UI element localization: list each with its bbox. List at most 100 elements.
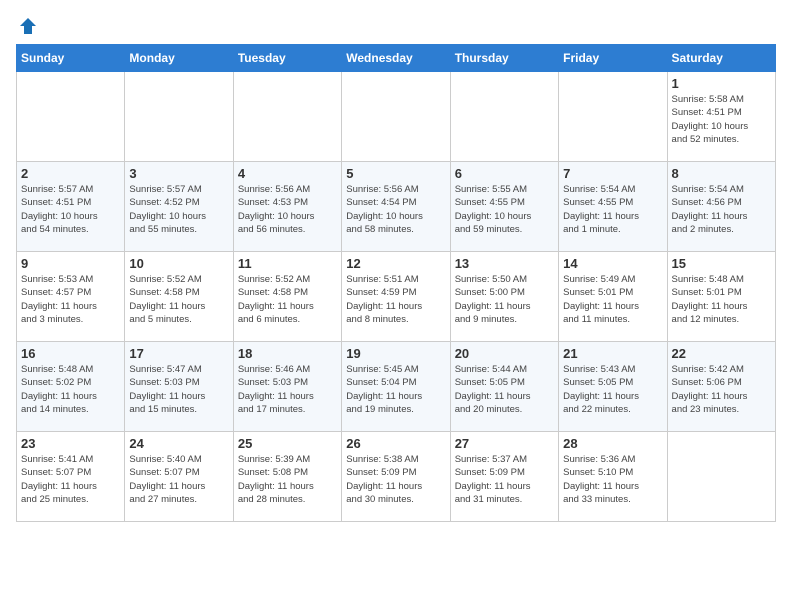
day-number: 10	[129, 256, 228, 271]
calendar-cell	[342, 72, 450, 162]
day-number: 3	[129, 166, 228, 181]
day-number: 26	[346, 436, 445, 451]
day-info: Sunrise: 5:42 AMSunset: 5:06 PMDaylight:…	[672, 363, 771, 416]
day-number: 11	[238, 256, 337, 271]
day-info: Sunrise: 5:43 AMSunset: 5:05 PMDaylight:…	[563, 363, 662, 416]
weekday-header-monday: Monday	[125, 45, 233, 72]
weekday-header-friday: Friday	[559, 45, 667, 72]
logo	[16, 16, 38, 36]
day-number: 23	[21, 436, 120, 451]
day-info: Sunrise: 5:46 AMSunset: 5:03 PMDaylight:…	[238, 363, 337, 416]
calendar-cell	[450, 72, 558, 162]
day-info: Sunrise: 5:36 AMSunset: 5:10 PMDaylight:…	[563, 453, 662, 506]
calendar-cell: 17 Sunrise: 5:47 AMSunset: 5:03 PMDayligh…	[125, 342, 233, 432]
day-info: Sunrise: 5:38 AMSunset: 5:09 PMDaylight:…	[346, 453, 445, 506]
calendar-cell: 27Sunrise: 5:37 AMSunset: 5:09 PMDayligh…	[450, 432, 558, 522]
calendar-cell: 11 Sunrise: 5:52 AMSunset: 4:58 PMDayligh…	[233, 252, 341, 342]
logo-icon	[18, 16, 38, 36]
day-info: Sunrise: 5:57 AMSunset: 4:52 PMDaylight:…	[129, 183, 228, 236]
day-number: 2	[21, 166, 120, 181]
day-number: 1	[672, 76, 771, 91]
weekday-header-wednesday: Wednesday	[342, 45, 450, 72]
day-number: 8	[672, 166, 771, 181]
calendar-cell: 19 Sunrise: 5:45 AMSunset: 5:04 PMDayligh…	[342, 342, 450, 432]
day-info: Sunrise: 5:39 AMSunset: 5:08 PMDaylight:…	[238, 453, 337, 506]
day-info: Sunrise: 5:48 AMSunset: 5:02 PMDaylight:…	[21, 363, 120, 416]
day-number: 12	[346, 256, 445, 271]
day-info: Sunrise: 5:41 AMSunset: 5:07 PMDaylight:…	[21, 453, 120, 506]
calendar-cell: 3 Sunrise: 5:57 AMSunset: 4:52 PMDaylight…	[125, 162, 233, 252]
calendar-cell: 6 Sunrise: 5:55 AMSunset: 4:55 PMDaylight…	[450, 162, 558, 252]
day-number: 9	[21, 256, 120, 271]
day-info: Sunrise: 5:56 AMSunset: 4:54 PMDaylight:…	[346, 183, 445, 236]
calendar-cell: 12 Sunrise: 5:51 AMSunset: 4:59 PMDayligh…	[342, 252, 450, 342]
calendar-cell: 5 Sunrise: 5:56 AMSunset: 4:54 PMDaylight…	[342, 162, 450, 252]
calendar-cell	[667, 432, 775, 522]
day-number: 4	[238, 166, 337, 181]
calendar-cell: 9 Sunrise: 5:53 AMSunset: 4:57 PMDaylight…	[17, 252, 125, 342]
week-row-1: 1 Sunrise: 5:58 AMSunset: 4:51 PMDaylight…	[17, 72, 776, 162]
day-info: Sunrise: 5:54 AMSunset: 4:55 PMDaylight:…	[563, 183, 662, 236]
week-row-2: 2 Sunrise: 5:57 AMSunset: 4:51 PMDaylight…	[17, 162, 776, 252]
day-info: Sunrise: 5:50 AMSunset: 5:00 PMDaylight:…	[455, 273, 554, 326]
day-number: 19	[346, 346, 445, 361]
calendar-cell: 21 Sunrise: 5:43 AMSunset: 5:05 PMDayligh…	[559, 342, 667, 432]
day-number: 16	[21, 346, 120, 361]
day-number: 24	[129, 436, 228, 451]
calendar-cell: 22 Sunrise: 5:42 AMSunset: 5:06 PMDayligh…	[667, 342, 775, 432]
calendar-cell: 1 Sunrise: 5:58 AMSunset: 4:51 PMDaylight…	[667, 72, 775, 162]
day-info: Sunrise: 5:56 AMSunset: 4:53 PMDaylight:…	[238, 183, 337, 236]
day-info: Sunrise: 5:45 AMSunset: 5:04 PMDaylight:…	[346, 363, 445, 416]
day-number: 22	[672, 346, 771, 361]
calendar-cell	[17, 72, 125, 162]
calendar-cell: 23 Sunrise: 5:41 AMSunset: 5:07 PMDayligh…	[17, 432, 125, 522]
calendar-cell: 7 Sunrise: 5:54 AMSunset: 4:55 PMDaylight…	[559, 162, 667, 252]
day-number: 13	[455, 256, 554, 271]
day-info: Sunrise: 5:54 AMSunset: 4:56 PMDaylight:…	[672, 183, 771, 236]
calendar-cell: 26 Sunrise: 5:38 AMSunset: 5:09 PMDayligh…	[342, 432, 450, 522]
calendar-cell: 13 Sunrise: 5:50 AMSunset: 5:00 PMDayligh…	[450, 252, 558, 342]
calendar-cell	[125, 72, 233, 162]
day-number: 6	[455, 166, 554, 181]
day-info: Sunrise: 5:58 AMSunset: 4:51 PMDaylight:…	[672, 93, 771, 146]
calendar-cell: 16 Sunrise: 5:48 AMSunset: 5:02 PMDayligh…	[17, 342, 125, 432]
calendar-cell: 24 Sunrise: 5:40 AMSunset: 5:07 PMDayligh…	[125, 432, 233, 522]
weekday-header-thursday: Thursday	[450, 45, 558, 72]
day-info: Sunrise: 5:57 AMSunset: 4:51 PMDaylight:…	[21, 183, 120, 236]
calendar-cell	[559, 72, 667, 162]
day-info: Sunrise: 5:37 AMSunset: 5:09 PMDaylight:…	[455, 453, 554, 506]
calendar-table: SundayMondayTuesdayWednesdayThursdayFrid…	[16, 44, 776, 522]
weekday-header-tuesday: Tuesday	[233, 45, 341, 72]
day-number: 20	[455, 346, 554, 361]
calendar-cell: 4 Sunrise: 5:56 AMSunset: 4:53 PMDaylight…	[233, 162, 341, 252]
day-number: 17	[129, 346, 228, 361]
calendar-cell: 2 Sunrise: 5:57 AMSunset: 4:51 PMDaylight…	[17, 162, 125, 252]
calendar-cell: 10 Sunrise: 5:52 AMSunset: 4:58 PMDayligh…	[125, 252, 233, 342]
calendar-cell: 8 Sunrise: 5:54 AMSunset: 4:56 PMDaylight…	[667, 162, 775, 252]
week-row-5: 23 Sunrise: 5:41 AMSunset: 5:07 PMDayligh…	[17, 432, 776, 522]
calendar-cell: 14 Sunrise: 5:49 AMSunset: 5:01 PMDayligh…	[559, 252, 667, 342]
calendar-cell	[233, 72, 341, 162]
calendar-cell: 18Sunrise: 5:46 AMSunset: 5:03 PMDayligh…	[233, 342, 341, 432]
day-info: Sunrise: 5:51 AMSunset: 4:59 PMDaylight:…	[346, 273, 445, 326]
day-number: 15	[672, 256, 771, 271]
day-info: Sunrise: 5:53 AMSunset: 4:57 PMDaylight:…	[21, 273, 120, 326]
day-number: 7	[563, 166, 662, 181]
day-info: Sunrise: 5:52 AMSunset: 4:58 PMDaylight:…	[238, 273, 337, 326]
day-number: 21	[563, 346, 662, 361]
day-info: Sunrise: 5:47 AMSunset: 5:03 PMDaylight:…	[129, 363, 228, 416]
day-info: Sunrise: 5:52 AMSunset: 4:58 PMDaylight:…	[129, 273, 228, 326]
calendar-cell: 28Sunrise: 5:36 AMSunset: 5:10 PMDayligh…	[559, 432, 667, 522]
day-info: Sunrise: 5:55 AMSunset: 4:55 PMDaylight:…	[455, 183, 554, 236]
day-number: 25	[238, 436, 337, 451]
day-info: Sunrise: 5:44 AMSunset: 5:05 PMDaylight:…	[455, 363, 554, 416]
calendar-cell: 15 Sunrise: 5:48 AMSunset: 5:01 PMDayligh…	[667, 252, 775, 342]
week-row-3: 9 Sunrise: 5:53 AMSunset: 4:57 PMDaylight…	[17, 252, 776, 342]
day-info: Sunrise: 5:49 AMSunset: 5:01 PMDaylight:…	[563, 273, 662, 326]
day-number: 5	[346, 166, 445, 181]
week-row-4: 16 Sunrise: 5:48 AMSunset: 5:02 PMDayligh…	[17, 342, 776, 432]
weekday-header-saturday: Saturday	[667, 45, 775, 72]
day-info: Sunrise: 5:40 AMSunset: 5:07 PMDaylight:…	[129, 453, 228, 506]
day-info: Sunrise: 5:48 AMSunset: 5:01 PMDaylight:…	[672, 273, 771, 326]
day-number: 14	[563, 256, 662, 271]
